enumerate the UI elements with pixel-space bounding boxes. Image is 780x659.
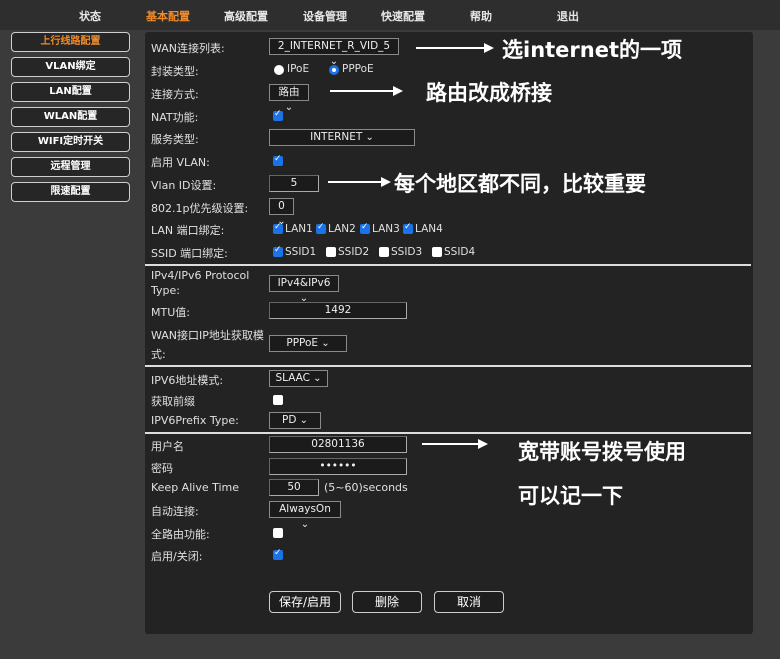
service-label: 服务类型:: [151, 133, 199, 146]
annotation-wan: 选internet的一项: [502, 38, 683, 62]
nav-quick-config[interactable]: 快速配置: [381, 8, 425, 24]
divider: [145, 264, 751, 266]
priority-select[interactable]: 0: [269, 198, 294, 215]
prefix-checkbox[interactable]: [273, 395, 283, 405]
nav-device-management[interactable]: 设备管理: [303, 8, 347, 24]
wan-list-select[interactable]: 2_INTERNET_R_VID_5: [269, 38, 399, 55]
nav-status[interactable]: 状态: [79, 8, 101, 24]
keepalive-input[interactable]: 50: [269, 479, 319, 496]
ip-mode-label-2: 式:: [151, 348, 166, 361]
conn-mode-select[interactable]: 路由: [269, 84, 309, 101]
mtu-label: MTU值:: [151, 306, 190, 319]
sidebar-item-lan[interactable]: LAN配置: [11, 82, 130, 102]
full-route-checkbox[interactable]: [273, 528, 283, 538]
ip-mode-label-1: WAN接口IP地址获取模: [151, 329, 264, 342]
nav-basic-config[interactable]: 基本配置: [146, 8, 190, 24]
enable-checkbox[interactable]: [273, 548, 283, 560]
lan4-label: LAN4: [415, 223, 443, 235]
ipv6-mode-label: IPV6地址模式:: [151, 374, 224, 387]
vlan-id-input[interactable]: 5: [269, 175, 319, 192]
auto-connect-label: 自动连接:: [151, 505, 199, 518]
lan2-checkbox[interactable]: [316, 222, 326, 234]
vlan-enable-label: 启用 VLAN:: [151, 156, 210, 169]
username-label: 用户名: [151, 440, 184, 453]
ssid2-label: SSID2: [338, 246, 370, 258]
sidebar-item-ratelimit[interactable]: 限速配置: [11, 182, 130, 202]
annotation-mode: 路由改成桥接: [426, 81, 552, 105]
lan3-label: LAN3: [372, 223, 400, 235]
ip-mode-select[interactable]: PPPoE: [269, 335, 347, 352]
delete-button[interactable]: 删除: [352, 591, 422, 613]
annotation-account: 宽带账号拨号使用: [518, 440, 686, 464]
nav-logout[interactable]: 退出: [557, 8, 579, 24]
conn-mode-label: 连接方式:: [151, 88, 199, 101]
pppoe-radio[interactable]: [329, 65, 339, 75]
password-input[interactable]: ••••••: [269, 458, 407, 475]
protocol-label-2: Type:: [151, 284, 180, 297]
ssid3-label: SSID3: [391, 246, 423, 258]
vlan-enable-checkbox[interactable]: [273, 154, 283, 166]
protocol-label-1: IPv4/IPv6 Protocol: [151, 269, 250, 282]
ipv6-mode-select[interactable]: SLAAC: [269, 370, 328, 387]
prefix-type-label: IPV6Prefix Type:: [151, 414, 239, 427]
sidebar-item-wlan[interactable]: WLAN配置: [11, 107, 130, 127]
ssid2-checkbox[interactable]: [326, 247, 336, 257]
ssid4-checkbox[interactable]: [432, 247, 442, 257]
wan-list-label: WAN连接列表:: [151, 42, 225, 55]
vlan-id-label: Vlan ID设置:: [151, 179, 217, 192]
service-select[interactable]: INTERNET: [269, 129, 415, 146]
sidebar-item-remote[interactable]: 远程管理: [11, 157, 130, 177]
nav-help[interactable]: 帮助: [470, 8, 492, 24]
arrow-annotation: [330, 86, 403, 96]
ipoe-radio[interactable]: [274, 65, 284, 75]
nav-advanced-config[interactable]: 高级配置: [224, 8, 268, 24]
ssid1-checkbox[interactable]: [273, 245, 283, 257]
lan1-label: LAN1: [285, 223, 313, 235]
sidebar-item-vlan[interactable]: VLAN绑定: [11, 57, 130, 77]
password-label: 密码: [151, 462, 173, 475]
enable-label: 启用/关闭:: [151, 550, 203, 563]
divider: [145, 365, 751, 367]
priority-label: 802.1p优先级设置:: [151, 202, 249, 215]
save-button[interactable]: 保存/启用: [269, 591, 341, 613]
arrow-annotation: [328, 177, 391, 187]
pppoe-label: PPPoE: [342, 63, 374, 75]
arrow-annotation: [416, 43, 494, 53]
ssid4-label: SSID4: [444, 246, 476, 258]
lan2-label: LAN2: [328, 223, 356, 235]
encap-label: 封装类型:: [151, 65, 199, 78]
lan3-checkbox[interactable]: [360, 222, 370, 234]
keepalive-label: Keep Alive Time: [151, 481, 240, 494]
annotation-vlan: 每个地区都不同，比较重要: [394, 172, 646, 196]
username-input[interactable]: 02801136: [269, 436, 407, 453]
mtu-input[interactable]: 1492: [269, 302, 407, 319]
lan4-checkbox[interactable]: [403, 222, 413, 234]
divider: [145, 432, 751, 434]
cancel-button[interactable]: 取消: [434, 591, 504, 613]
ipoe-label: IPoE: [287, 63, 310, 75]
nat-label: NAT功能:: [151, 111, 199, 124]
protocol-select[interactable]: IPv4&IPv6: [269, 275, 339, 292]
nat-checkbox[interactable]: [273, 109, 283, 121]
sidebar-item-wifi-timer[interactable]: WIFI定时开关: [11, 132, 130, 152]
prefix-type-select[interactable]: PD: [269, 412, 321, 429]
ssid1-label: SSID1: [285, 246, 317, 258]
annotation-remember: 可以记一下: [518, 484, 623, 508]
lan-bind-label: LAN 端口绑定:: [151, 224, 225, 237]
ssid3-checkbox[interactable]: [379, 247, 389, 257]
arrow-annotation: [422, 439, 488, 449]
ssid-bind-label: SSID 端口绑定:: [151, 247, 228, 260]
lan1-checkbox[interactable]: [273, 222, 283, 234]
prefix-label: 获取前缀: [151, 395, 195, 408]
full-route-label: 全路由功能:: [151, 528, 210, 541]
sidebar-item-uplink[interactable]: 上行线路配置: [11, 32, 130, 52]
keepalive-unit: (5~60)seconds: [324, 481, 408, 494]
auto-connect-select[interactable]: AlwaysOn: [269, 501, 341, 518]
